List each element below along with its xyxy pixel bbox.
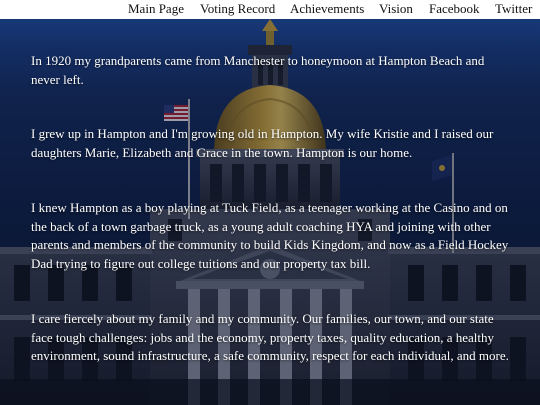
paragraph-hometown: I grew up in Hampton and I'm growing old…: [31, 126, 494, 160]
paragraph-honeymoon: In 1920 my grandparents came from Manche…: [31, 53, 485, 87]
nav-link-twitter[interactable]: Twitter: [495, 1, 532, 17]
paragraph-challenges: I care fiercely about my family and my c…: [31, 311, 509, 363]
nav-link-main-page[interactable]: Main Page: [128, 1, 184, 17]
nav-link-facebook[interactable]: Facebook: [429, 1, 480, 17]
top-navigation: Main Page Voting Record Achievements Vis…: [0, 0, 540, 19]
nav-link-voting-record[interactable]: Voting Record: [200, 1, 275, 17]
paragraph-community-history: I knew Hampton as a boy playing at Tuck …: [31, 200, 509, 271]
nav-link-achievements[interactable]: Achievements: [290, 1, 364, 17]
nav-link-vision[interactable]: Vision: [379, 1, 413, 17]
